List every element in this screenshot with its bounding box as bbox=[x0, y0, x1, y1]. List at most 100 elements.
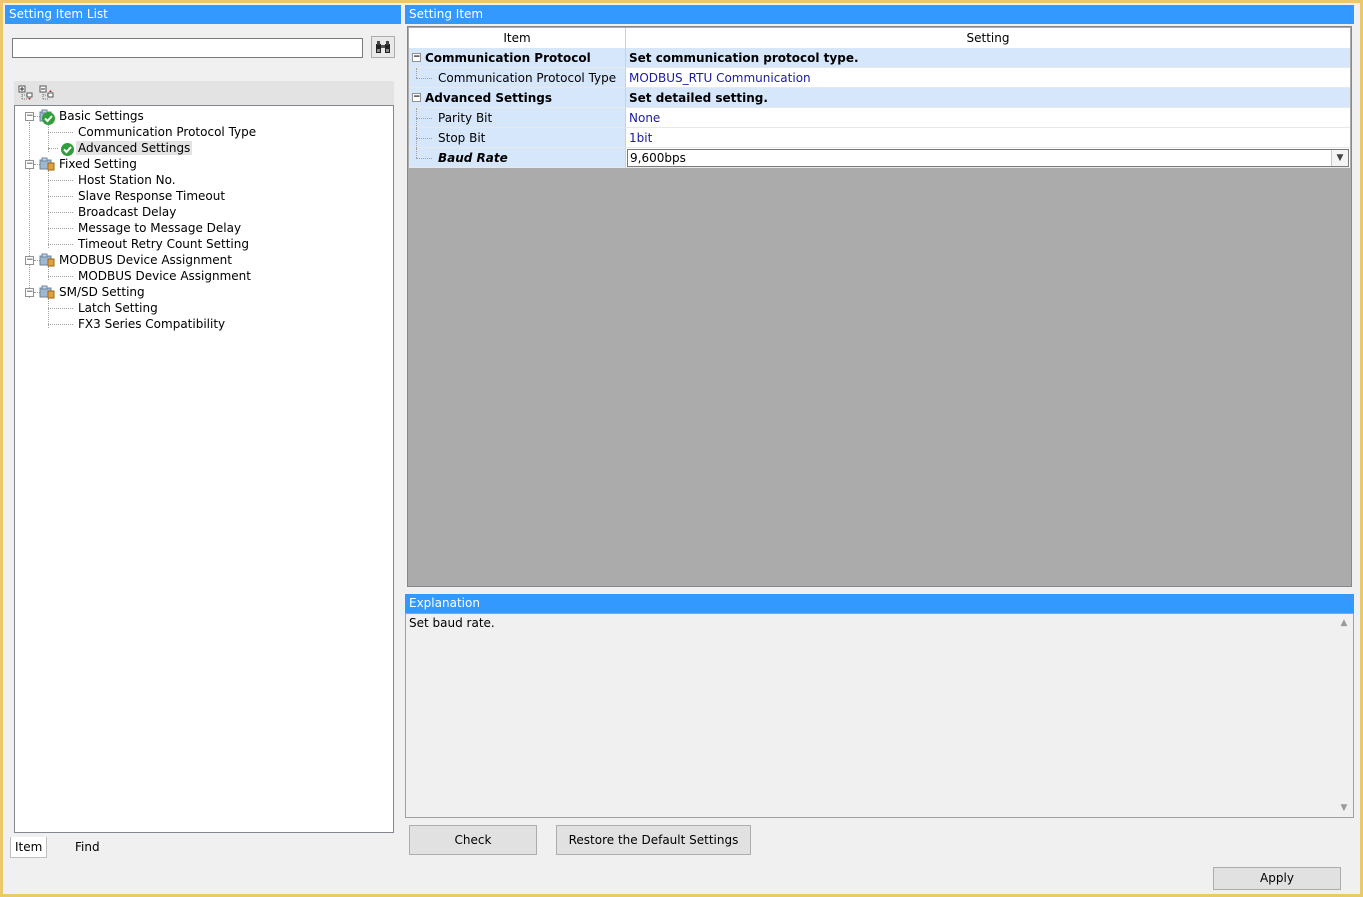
restore-defaults-button[interactable]: Restore the Default Settings bbox=[556, 825, 751, 855]
grid-setting-cell: Set communication protocol type. bbox=[626, 48, 1350, 68]
tree-node-host-station-no[interactable]: Host Station No. bbox=[78, 172, 176, 188]
grid-row-group[interactable]: − Communication Protocol Type Set commun… bbox=[409, 48, 1350, 85]
chevron-down-icon[interactable]: ▼ bbox=[1331, 150, 1348, 166]
tree-connector bbox=[48, 132, 73, 133]
basic-settings-collapse-toggle[interactable]: − bbox=[25, 112, 34, 121]
tree-node-label: MODBUS Device Assignment bbox=[78, 269, 251, 283]
tree-connector bbox=[48, 324, 73, 325]
tree-connector bbox=[48, 170, 49, 248]
baud-rate-select[interactable]: 9,600bps ▼ bbox=[627, 149, 1349, 167]
explanation-text: Set baud rate. bbox=[409, 616, 495, 630]
column-header-setting[interactable]: Setting bbox=[626, 28, 1350, 48]
expand-all-icon[interactable] bbox=[18, 85, 34, 101]
smsd-collapse-toggle[interactable]: − bbox=[25, 288, 34, 297]
explanation-scrollbar[interactable]: ▲ ▼ bbox=[1336, 615, 1352, 816]
grid-connector bbox=[416, 148, 417, 158]
tree-node-label: Slave Response Timeout bbox=[78, 189, 226, 203]
tree-node-latch-setting[interactable]: Latch Setting bbox=[78, 300, 158, 316]
tree-node-communication-protocol-type[interactable]: Communication Protocol Type bbox=[78, 124, 256, 140]
tree-node-label: Host Station No. bbox=[78, 173, 176, 187]
grid-row-selected[interactable]: Baud Rate 9,600bps ▼ bbox=[409, 148, 1350, 168]
grid-item-cell: Baud Rate bbox=[409, 148, 626, 168]
grid-item-label: Stop Bit bbox=[438, 131, 486, 145]
tree-toolbar bbox=[14, 81, 394, 105]
settings-folder-icon bbox=[39, 285, 55, 299]
group-collapse-toggle[interactable]: − bbox=[412, 53, 421, 62]
grid-connector bbox=[416, 118, 432, 119]
tree-connector bbox=[48, 276, 73, 277]
tree-node-basic-settings[interactable]: Basic Settings bbox=[59, 108, 144, 124]
settings-folder-icon bbox=[39, 157, 55, 171]
collapse-all-icon[interactable] bbox=[39, 85, 55, 101]
window-frame-top bbox=[0, 0, 1363, 3]
tree-node-label: Timeout Retry Count Setting bbox=[78, 237, 249, 251]
grid-setting-cell: 9,600bps ▼ bbox=[626, 148, 1350, 168]
tree-connector bbox=[48, 228, 73, 229]
check-badge-icon bbox=[42, 112, 55, 125]
tree-node-modbus-device-assignment[interactable]: MODBUS Device Assignment bbox=[59, 252, 232, 268]
tab-find-result[interactable]: Find Result bbox=[71, 837, 116, 874]
scroll-down-icon[interactable]: ▼ bbox=[1336, 800, 1352, 816]
tree-node-label: SM/SD Setting bbox=[59, 285, 145, 299]
grid-setting-cell[interactable]: 1bit bbox=[626, 128, 1350, 148]
tree-node-label: Latch Setting bbox=[78, 301, 158, 315]
grid-setting-cell[interactable]: MODBUS_RTU Communication bbox=[626, 68, 1350, 88]
grid-setting-cell[interactable]: None bbox=[626, 108, 1350, 128]
group-collapse-toggle[interactable]: − bbox=[412, 93, 421, 102]
binoculars-icon bbox=[376, 41, 390, 53]
tab-item-list[interactable]: Item List bbox=[10, 837, 48, 874]
grid-row-group[interactable]: − Advanced Settings Set detailed setting… bbox=[409, 88, 1350, 108]
tree-node-broadcast-delay[interactable]: Broadcast Delay bbox=[78, 204, 176, 220]
search-input[interactable] bbox=[12, 38, 363, 58]
check-button[interactable]: Check bbox=[409, 825, 537, 855]
grid-row[interactable]: Communication Protocol Type MODBUS_RTU C… bbox=[409, 68, 1350, 88]
grid-header: Item Setting bbox=[409, 28, 1350, 49]
explanation-title: Explanation bbox=[405, 594, 1354, 613]
tree-connector bbox=[48, 180, 73, 181]
setting-item-title: Setting Item bbox=[405, 5, 1354, 24]
tree-connector bbox=[48, 148, 58, 149]
explanation-box: Set baud rate. ▲ ▼ bbox=[405, 613, 1354, 818]
grid-row[interactable]: Parity Bit None bbox=[409, 108, 1350, 128]
tree-node-timeout-retry-count-setting[interactable]: Timeout Retry Count Setting bbox=[78, 236, 249, 252]
apply-button[interactable]: Apply bbox=[1213, 867, 1341, 890]
settings-folder-icon bbox=[39, 253, 55, 267]
tree-connector bbox=[48, 266, 49, 280]
grid-item-cell: Parity Bit bbox=[409, 108, 626, 128]
tree-node-modbus-device-assignment-item[interactable]: MODBUS Device Assignment bbox=[78, 268, 251, 284]
grid-item-cell: Stop Bit bbox=[409, 128, 626, 148]
fixed-setting-collapse-toggle[interactable]: − bbox=[25, 160, 34, 169]
tree-connector bbox=[48, 196, 73, 197]
grid-row[interactable]: Stop Bit 1bit bbox=[409, 128, 1350, 148]
grid-setting-cell: Set detailed setting. bbox=[626, 88, 1350, 108]
tree-node-message-to-message-delay[interactable]: Message to Message Delay bbox=[78, 220, 241, 236]
grid-item-label: Baud Rate bbox=[438, 151, 508, 165]
tree-connector bbox=[48, 244, 73, 245]
tree-connector bbox=[48, 212, 73, 213]
tree-node-fx3-series-compatibility[interactable]: FX3 Series Compatibility bbox=[78, 316, 225, 332]
check-badge-icon bbox=[61, 143, 74, 156]
settings-tree[interactable]: − Basic Settings Communication Protocol … bbox=[14, 105, 394, 833]
grid-connector bbox=[416, 78, 432, 79]
tree-connector bbox=[48, 308, 73, 309]
tree-node-label: Communication Protocol Type bbox=[78, 125, 257, 139]
modbus-collapse-toggle[interactable]: − bbox=[25, 256, 34, 265]
grid-item-label: Parity Bit bbox=[438, 111, 493, 125]
tree-node-fixed-setting[interactable]: Fixed Setting bbox=[59, 156, 137, 172]
tree-node-advanced-settings[interactable]: Advanced Settings bbox=[76, 140, 193, 156]
grid-connector bbox=[416, 158, 432, 159]
find-button[interactable] bbox=[371, 36, 395, 58]
grid-item-cell: Communication Protocol Type bbox=[409, 68, 626, 88]
scroll-up-icon[interactable]: ▲ bbox=[1336, 615, 1352, 631]
setting-grid: Item Setting − Communication Protocol Ty… bbox=[407, 26, 1352, 587]
tree-node-smsd-setting[interactable]: SM/SD Setting bbox=[59, 284, 145, 300]
grid-item-cell: − Communication Protocol Type bbox=[409, 48, 626, 85]
bottom-button-bar bbox=[5, 860, 1358, 894]
tree-connector bbox=[29, 122, 30, 298]
column-header-item[interactable]: Item bbox=[409, 28, 626, 48]
tree-node-label: Advanced Settings bbox=[76, 141, 193, 155]
grid-connector bbox=[416, 68, 417, 78]
grid-item-label: Communication Protocol Type bbox=[438, 71, 617, 85]
grid-item-label: Advanced Settings bbox=[425, 91, 553, 105]
tree-node-slave-response-timeout[interactable]: Slave Response Timeout bbox=[78, 188, 225, 204]
